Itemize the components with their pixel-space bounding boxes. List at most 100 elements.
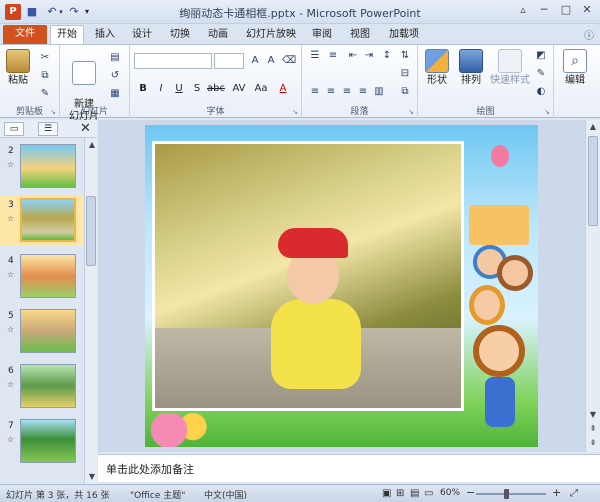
align-text-icon[interactable]: ⊟ xyxy=(398,67,412,81)
slide-scrollbar[interactable]: ▲ ▼ ⇞ ⇟ xyxy=(585,120,600,452)
reset-icon[interactable]: ↺ xyxy=(108,69,122,83)
reading-view-icon[interactable]: ▤ xyxy=(410,488,419,499)
slide-thumbnail[interactable] xyxy=(20,309,76,353)
slide-sorter-icon[interactable]: ⊞ xyxy=(396,488,404,499)
shadow-button[interactable]: S xyxy=(190,83,204,94)
tab-view[interactable]: 视图 xyxy=(345,27,375,44)
drawing-launcher-icon[interactable]: ↘ xyxy=(544,108,550,116)
slide-thumbnail[interactable] xyxy=(20,419,76,463)
slideshow-icon[interactable]: ▭ xyxy=(424,488,433,499)
shape-fill-icon[interactable]: ◩ xyxy=(534,49,548,63)
font-name-combo[interactable] xyxy=(134,53,212,69)
scroll-down-icon[interactable]: ▼ xyxy=(87,472,97,481)
text-direction-icon[interactable]: ⇅ xyxy=(398,49,412,63)
tab-slideshow[interactable]: 幻灯片放映 xyxy=(243,27,299,44)
close-button[interactable]: ✕ xyxy=(577,3,597,19)
grow-font-icon[interactable]: A xyxy=(248,54,262,68)
fit-to-window-icon[interactable]: ⤢ xyxy=(570,488,578,499)
zoom-level[interactable]: 60% xyxy=(440,488,460,498)
bold-button[interactable]: B xyxy=(136,83,150,94)
child-photo[interactable] xyxy=(152,141,464,411)
format-painter-icon[interactable]: ✎ xyxy=(38,87,52,101)
align-center-icon[interactable]: ≡ xyxy=(324,85,338,99)
tab-review[interactable]: 审阅 xyxy=(307,27,337,44)
normal-view-icon[interactable]: ▣ xyxy=(382,488,391,499)
ribbon-minimize-icon[interactable]: ▵ xyxy=(513,3,533,19)
tab-animations[interactable]: 动画 xyxy=(203,27,233,44)
paragraph-launcher-icon[interactable]: ↘ xyxy=(408,108,414,116)
outline-tab-icon[interactable]: ☰ xyxy=(38,122,58,136)
slide-thumb-row[interactable]: 5 ☆ xyxy=(0,307,84,357)
scroll-down-icon[interactable]: ▼ xyxy=(588,410,598,419)
tab-home[interactable]: 开始 xyxy=(50,25,84,45)
current-slide[interactable] xyxy=(145,125,538,447)
slides-panel-scrollbar[interactable]: ▲ ▼ xyxy=(84,138,97,484)
slide-thumb-row[interactable]: 7 ☆ xyxy=(0,417,84,467)
char-spacing-button[interactable]: AV xyxy=(230,83,248,94)
shape-button[interactable]: 形状 xyxy=(422,49,452,87)
language[interactable]: 中文(中国) xyxy=(204,488,247,501)
change-case-button[interactable]: Aa xyxy=(252,83,270,94)
align-left-icon[interactable]: ≡ xyxy=(308,85,322,99)
scroll-up-icon[interactable]: ▲ xyxy=(87,140,97,149)
slide-thumb-row[interactable]: 6 ☆ xyxy=(0,362,84,412)
decrease-indent-icon[interactable]: ⇤ xyxy=(346,49,360,63)
notes-pane[interactable]: 单击此处添加备注 xyxy=(98,454,600,482)
tab-transitions[interactable]: 切换 xyxy=(165,27,195,44)
previous-slide-icon[interactable]: ⇞ xyxy=(588,424,598,433)
scroll-up-icon[interactable]: ▲ xyxy=(588,122,598,131)
quick-style-button[interactable]: 快速样式 xyxy=(490,49,530,87)
justify-icon[interactable]: ≡ xyxy=(356,85,370,99)
clipboard-launcher-icon[interactable]: ↘ xyxy=(50,108,56,116)
zoom-out-button[interactable]: − xyxy=(466,486,475,499)
maximize-button[interactable]: □ xyxy=(556,3,576,19)
zoom-in-button[interactable]: + xyxy=(552,486,561,499)
section-icon[interactable]: ▦ xyxy=(108,87,122,101)
slide-thumbnail[interactable] xyxy=(20,254,76,298)
cut-icon[interactable]: ✂ xyxy=(38,51,52,65)
smartart-icon[interactable]: ⧉ xyxy=(398,85,412,99)
scrollbar-thumb[interactable] xyxy=(588,136,598,226)
minimize-button[interactable]: ─ xyxy=(534,3,554,19)
strikethrough-button[interactable]: abc xyxy=(206,83,226,94)
slide-thumbnail[interactable] xyxy=(20,144,76,188)
theme-name[interactable]: "Office 主题" xyxy=(130,488,185,501)
editing-button[interactable]: ⌕ 编辑 xyxy=(558,49,592,87)
paste-button[interactable]: 粘贴 xyxy=(4,49,32,87)
notes-placeholder[interactable]: 单击此处添加备注 xyxy=(106,461,194,477)
slide-thumb-row[interactable]: 2 ☆ xyxy=(0,142,84,192)
font-launcher-icon[interactable]: ↘ xyxy=(292,108,298,116)
increase-indent-icon[interactable]: ⇥ xyxy=(362,49,376,63)
shape-effects-icon[interactable]: ◐ xyxy=(534,85,548,99)
slide-thumb-row[interactable]: 4 ☆ xyxy=(0,252,84,302)
numbering-icon[interactable]: ≡ xyxy=(326,49,340,63)
zoom-slider-knob[interactable] xyxy=(504,489,509,499)
font-color-button[interactable]: A xyxy=(276,83,290,94)
zoom-slider[interactable] xyxy=(476,493,546,495)
font-size-combo[interactable] xyxy=(214,53,244,69)
bullets-icon[interactable]: ☰ xyxy=(308,49,322,63)
close-panel-icon[interactable]: ✕ xyxy=(80,121,91,136)
tab-file[interactable]: 文件 xyxy=(3,25,47,44)
shrink-font-icon[interactable]: A xyxy=(264,54,278,68)
slide-thumbnail[interactable] xyxy=(20,364,76,408)
slide-thumbnail[interactable] xyxy=(20,198,76,242)
next-slide-icon[interactable]: ⇟ xyxy=(588,438,598,447)
slides-tab-icon[interactable]: ▭ xyxy=(4,122,24,136)
tab-design[interactable]: 设计 xyxy=(127,27,157,44)
copy-icon[interactable]: ⧉ xyxy=(38,69,52,83)
tab-addins[interactable]: 加载项 xyxy=(384,27,424,44)
line-spacing-icon[interactable]: ↕ xyxy=(380,49,394,63)
shape-outline-icon[interactable]: ✎ xyxy=(534,67,548,81)
help-icon[interactable]: ⓘ xyxy=(584,27,594,42)
clear-format-icon[interactable]: ⌫ xyxy=(282,54,296,68)
align-right-icon[interactable]: ≡ xyxy=(340,85,354,99)
slide-thumb-row[interactable]: 3 ☆ xyxy=(0,196,84,246)
tab-insert[interactable]: 插入 xyxy=(90,27,120,44)
arrange-button[interactable]: 排列 xyxy=(456,49,486,87)
underline-button[interactable]: U xyxy=(172,83,186,94)
columns-icon[interactable]: ▥ xyxy=(372,85,386,99)
layout-icon[interactable]: ▤ xyxy=(108,51,122,65)
italic-button[interactable]: I xyxy=(154,83,168,94)
scrollbar-thumb[interactable] xyxy=(86,196,96,266)
